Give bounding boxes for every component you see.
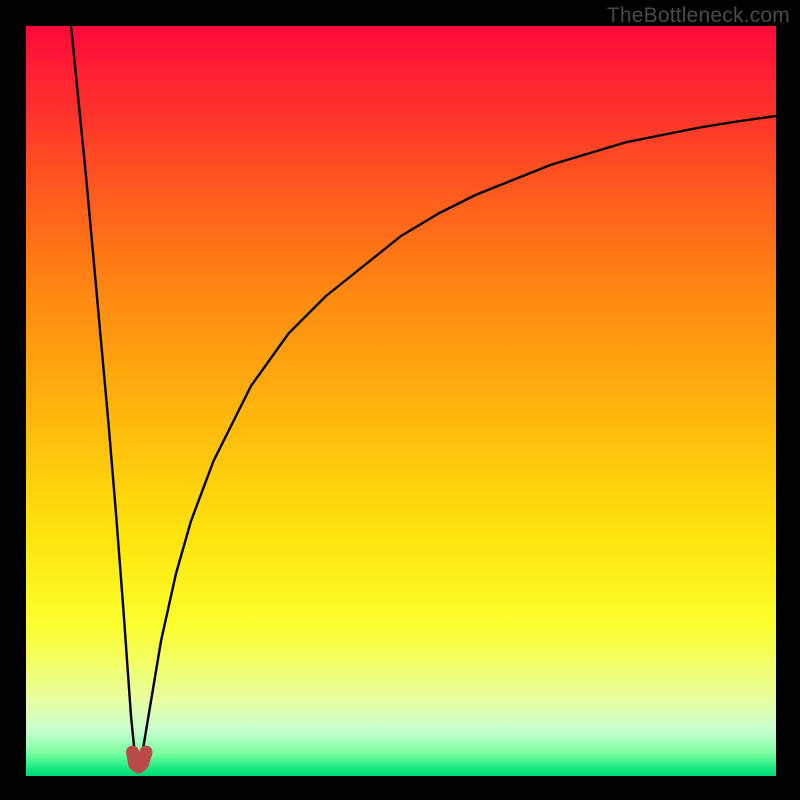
series-bottleneck-left [71, 26, 139, 765]
watermark-text: TheBottleneck.com [607, 4, 790, 28]
series-bottleneck-right [139, 116, 777, 765]
plot-area [26, 26, 776, 776]
minimum-marker [133, 752, 147, 767]
chart-frame: TheBottleneck.com [0, 0, 800, 800]
chart-canvas [26, 26, 776, 776]
